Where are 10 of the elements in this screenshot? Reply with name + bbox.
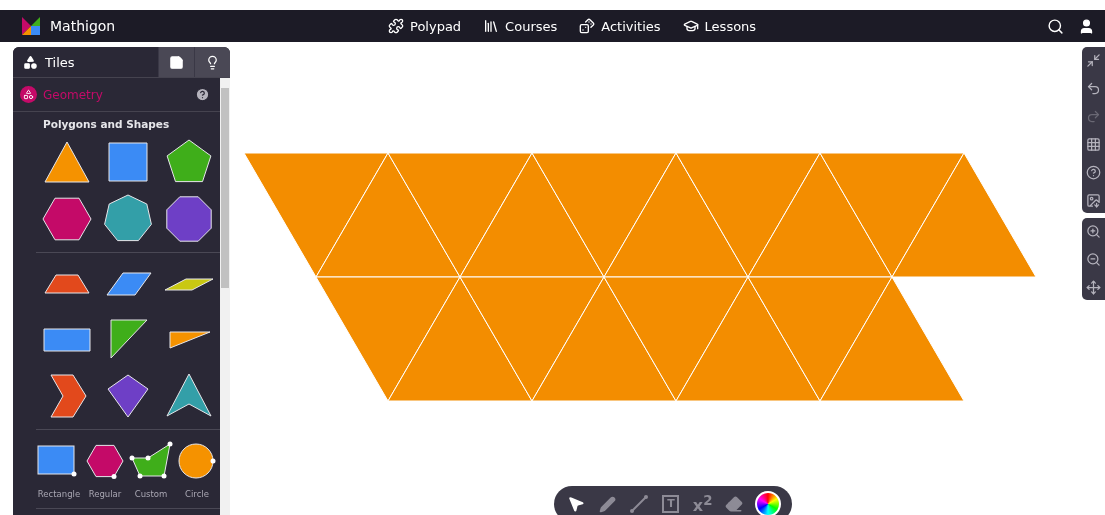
brand-name[interactable]: Mathigon [50,18,116,34]
tile-label: Rectangle [37,488,81,500]
nav-link[interactable]: Activities [579,18,661,34]
tile-label: Custom [134,488,168,500]
nav-link[interactable]: Polypad [388,18,462,34]
section-title: Polygons and Shapes [42,118,171,132]
nav-link[interactable]: Lessons [682,18,757,34]
tile-label: Circle [185,488,209,500]
nav-link[interactable]: Courses [483,18,558,34]
tile-label: Regular [88,488,122,500]
